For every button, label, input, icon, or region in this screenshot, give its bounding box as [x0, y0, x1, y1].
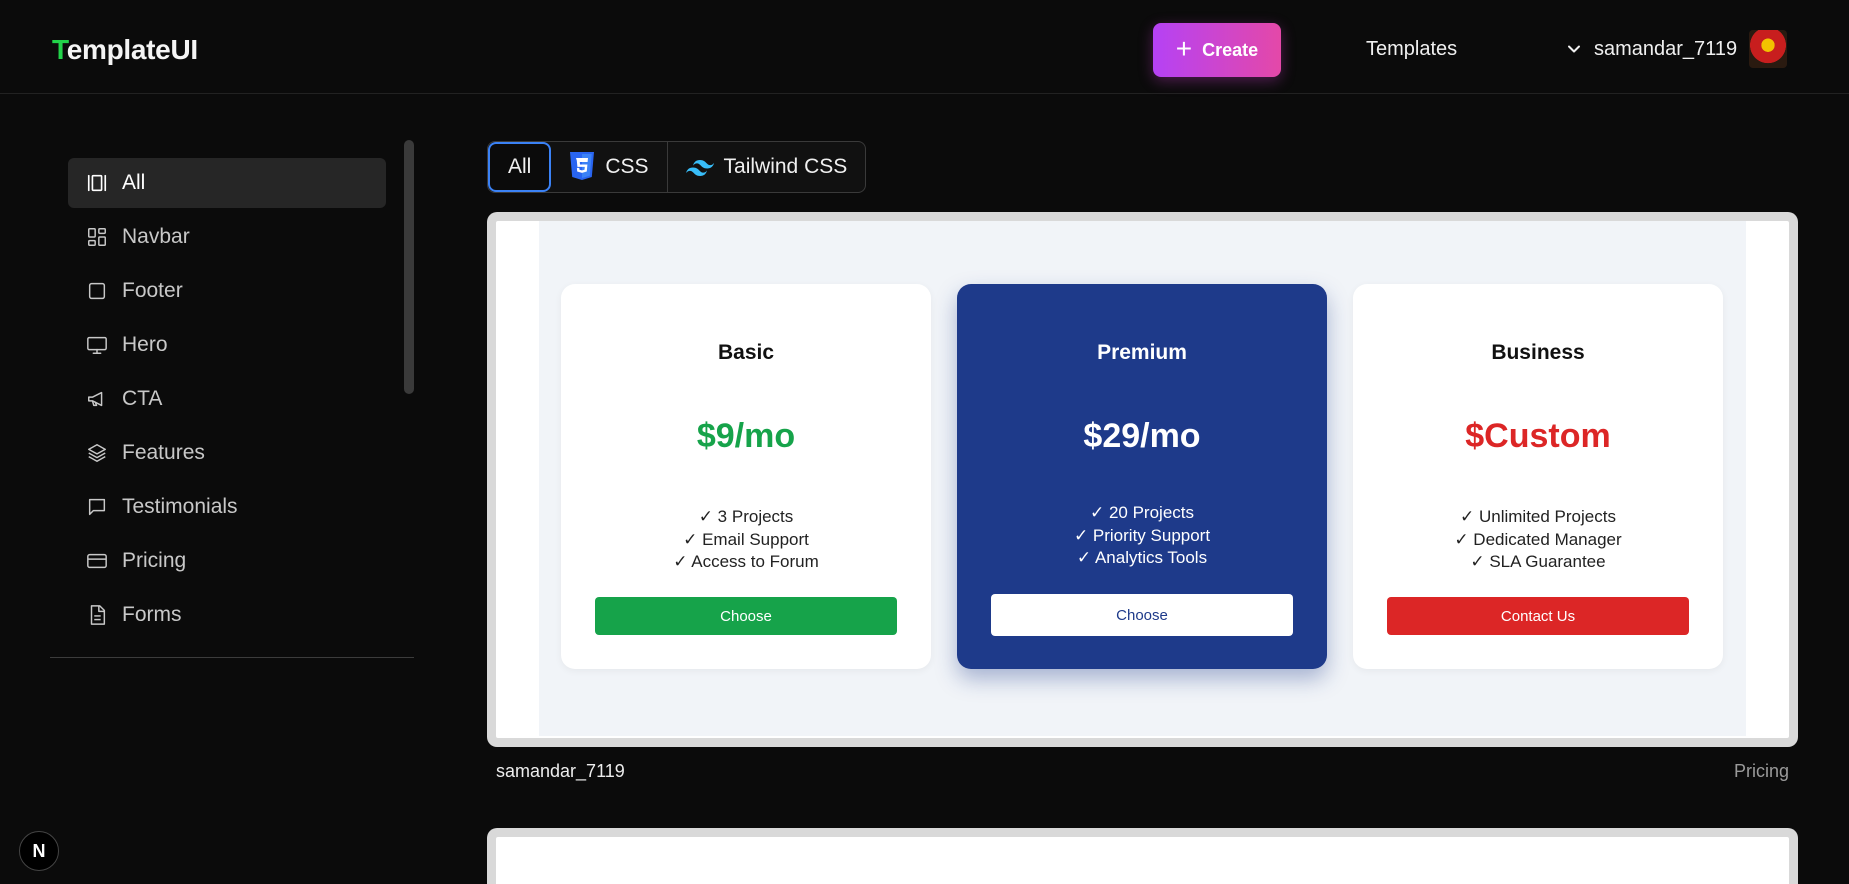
sidebar-item-label: Forms	[122, 603, 182, 626]
top-header: TemplateUI + Create Templates samandar_7…	[0, 0, 1849, 94]
logo[interactable]: TemplateUI	[52, 34, 198, 66]
nextjs-dev-badge[interactable]: N	[19, 831, 59, 871]
plan-features: ✓ 3 Projects ✓ Email Support ✓ Access to…	[561, 506, 931, 574]
chevron-down-icon	[1568, 45, 1580, 53]
plan-feature: ✓ Dedicated Manager	[1454, 529, 1622, 549]
plan-features: ✓ Unlimited Projects ✓ Dedicated Manager…	[1353, 506, 1723, 574]
plan-feature: ✓ SLA Guarantee	[1470, 552, 1606, 571]
sidebar-item-label: Pricing	[122, 549, 187, 572]
plan-features: ✓ 20 Projects ✓ Priority Support ✓ Analy…	[957, 502, 1327, 570]
plan-card-basic: Basic $9/mo ✓ 3 Projects ✓ Email Support…	[561, 284, 931, 669]
sidebar-item-testimonials[interactable]: Testimonials	[68, 482, 386, 532]
plan-feature: ✓ Priority Support	[1073, 525, 1211, 545]
sidebar-item-label: Testimonials	[122, 495, 238, 518]
tailwind-icon	[685, 160, 714, 176]
megaphone-icon	[88, 391, 103, 407]
sidebar-item-pricing[interactable]: Pricing	[68, 536, 386, 586]
sidebar-item-hero[interactable]: Hero	[68, 320, 386, 370]
tab-tailwind-label: Tailwind CSS	[723, 155, 848, 178]
message-square-icon	[88, 498, 106, 516]
sidebar-item-forms[interactable]: Forms	[68, 590, 386, 640]
sidebar-item-label: All	[122, 171, 146, 194]
monitor-icon	[87, 336, 107, 354]
template-preview-frame	[496, 837, 1789, 884]
tab-all-label: All	[508, 155, 532, 178]
contact-us-button[interactable]: Contact Us	[1387, 597, 1689, 635]
layers-icon	[88, 444, 106, 462]
plus-icon: +	[1175, 32, 1193, 64]
sidebar-item-label: Footer	[122, 279, 183, 302]
logo-text: emplateUI	[66, 34, 198, 65]
file-text-icon	[90, 605, 106, 625]
tab-tailwind[interactable]: Tailwind CSS	[668, 142, 866, 192]
credit-card-icon	[87, 553, 107, 569]
plan-name: Premium	[1097, 341, 1187, 364]
plan-feature: ✓ Analytics Tools	[1076, 548, 1208, 567]
sidebar-item-navbar[interactable]: Navbar	[68, 212, 386, 262]
plan-feature: ✓ Access to Forum	[673, 552, 819, 571]
plan-card-business: Business $Custom ✓ Unlimited Projects ✓ …	[1353, 284, 1723, 669]
tab-css-label: CSS	[605, 155, 649, 178]
framework-filter-tabs: All CSS Tailwind CSS	[487, 141, 867, 193]
css3-icon	[570, 152, 595, 180]
sidebar-item-label: CTA	[122, 387, 163, 410]
sidebar-item-all[interactable]: All	[68, 158, 386, 208]
template-category: Pricing	[1733, 761, 1789, 781]
sidebar-item-features[interactable]: Features	[68, 428, 386, 478]
avatar	[1749, 30, 1788, 68]
library-icon	[87, 174, 107, 192]
choose-button[interactable]: Choose	[991, 594, 1293, 636]
create-label: Create	[1202, 39, 1259, 60]
template-author[interactable]: samandar_7119	[496, 761, 625, 782]
template-preview-card[interactable]: Basic $9/mo ✓ 3 Projects ✓ Email Support…	[487, 212, 1798, 747]
user-menu[interactable]: samandar_7119	[1564, 30, 1788, 68]
sidebar-item-label: Features	[122, 441, 205, 464]
nav-templates-link[interactable]: Templates	[1366, 38, 1457, 61]
square-icon	[88, 282, 106, 300]
create-button[interactable]: + Create	[1153, 23, 1281, 77]
template-preview-frame: Basic $9/mo ✓ 3 Projects ✓ Email Support…	[496, 221, 1789, 738]
sidebar-item-label: Hero	[122, 333, 168, 356]
plan-feature: ✓ 20 Projects	[1089, 503, 1194, 522]
plan-feature: ✓ Unlimited Projects	[1460, 507, 1616, 526]
plan-name: Basic	[717, 341, 775, 364]
username: samandar_7119	[1594, 37, 1738, 60]
layout-grid-icon	[88, 228, 106, 246]
sidebar-item-label: Navbar	[122, 225, 190, 248]
choose-button[interactable]: Choose	[595, 597, 897, 635]
template-preview-card-2[interactable]	[487, 828, 1798, 884]
plan-name: Business	[1491, 341, 1585, 364]
plan-price: $29/mo	[1083, 417, 1201, 455]
plan-price: $Custom	[1465, 417, 1611, 455]
tab-css[interactable]: CSS	[551, 142, 668, 192]
sidebar-scrollbar[interactable]	[404, 140, 414, 394]
plan-price: $9/mo	[696, 417, 796, 455]
sidebar-divider	[50, 657, 414, 658]
plan-feature: ✓ 3 Projects	[698, 507, 794, 526]
sidebar-item-footer[interactable]: Footer	[68, 266, 386, 316]
pricing-section: Basic $9/mo ✓ 3 Projects ✓ Email Support…	[539, 221, 1746, 736]
logo-initial: T	[52, 34, 67, 65]
tab-all[interactable]: All	[488, 142, 552, 192]
plan-card-premium: Premium $29/mo ✓ 20 Projects ✓ Priority …	[957, 284, 1327, 669]
plan-feature: ✓ Email Support	[683, 529, 809, 549]
sidebar-item-cta[interactable]: CTA	[68, 374, 386, 424]
